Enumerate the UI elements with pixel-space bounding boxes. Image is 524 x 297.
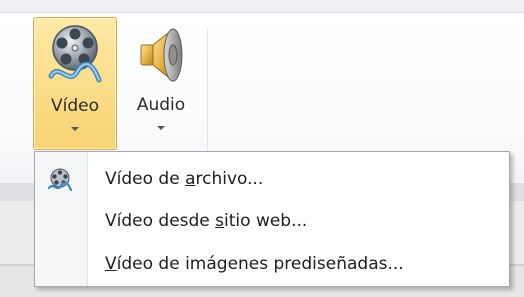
menu-item-label: Vídeo de imágenes prediseñadas... [105,254,404,274]
film-reel-small-icon [47,168,73,192]
label-part: rchivo... [195,169,264,189]
video-dropdown-caret-icon[interactable] [71,127,79,131]
menu-item-label: Vídeo de archivo... [105,169,263,189]
menu-item-video-from-file[interactable]: Vídeo de archivo... [36,160,508,200]
label-part: itio web... [224,211,308,231]
label-part: Vídeo desde [105,211,216,231]
menu-item-video-clip-art[interactable]: Vídeo de imágenes prediseñadas... [36,245,508,285]
video-button[interactable]: Vídeo [33,17,117,150]
access-key: V [105,254,117,274]
menu-item-video-from-website[interactable]: Vídeo desde sitio web... [36,202,508,242]
speaker-icon [140,27,183,83]
access-key: a [185,169,196,189]
film-reel-icon [48,25,102,83]
menu-item-label: Vídeo desde sitio web... [105,211,307,231]
video-dropdown-menu: Vídeo de archivo... Vídeo desde sitio we… [34,151,510,287]
audio-dropdown-caret-icon[interactable] [157,126,165,130]
video-button-label: Vídeo [50,96,99,116]
label-part: ídeo de imágenes prediseñadas... [116,254,404,274]
title-bar-edge [0,0,524,13]
label-part: Vídeo de [105,169,186,189]
access-key: s [215,211,225,231]
audio-button[interactable]: Audio [121,17,201,150]
audio-button-label: Audio [136,95,186,115]
